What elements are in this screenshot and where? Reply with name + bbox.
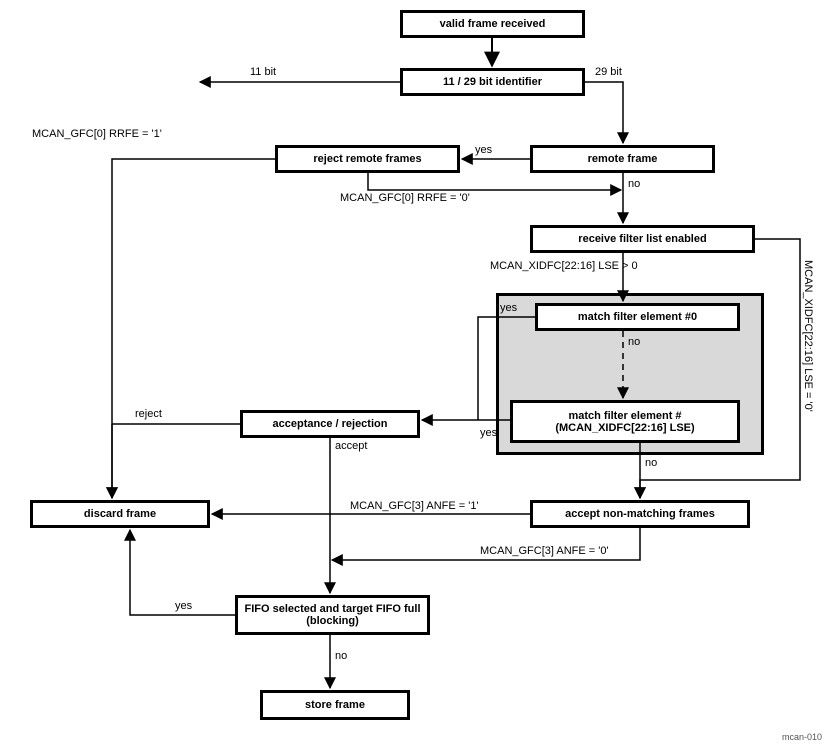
node-match-filter-0: match filter element #0 (535, 303, 740, 331)
lbl-anfe0: MCAN_GFC[3] ANFE = '0' (480, 545, 609, 557)
footer-id: mcan-010 (782, 732, 822, 742)
lbl-accept: accept (335, 440, 367, 452)
lbl-reject: reject (135, 408, 162, 420)
node-reject-remote: reject remote frames (275, 145, 460, 173)
lbl-lse-gt0: MCAN_XIDFC[22:16] LSE > 0 (490, 260, 638, 272)
lbl-yes-fifo: yes (175, 600, 192, 612)
flowchart: valid frame received 11 / 29 bit identif… (0, 0, 829, 750)
lbl-yes-match0: yes (500, 302, 517, 314)
node-accept-nonmatch: accept non-matching frames (530, 500, 750, 528)
lbl-yes-matchn: yes (480, 427, 497, 439)
node-recv-filter-enabled: receive filter list enabled (530, 225, 755, 253)
node-valid-frame: valid frame received (400, 10, 585, 38)
node-match-filter-n: match filter element #(MCAN_XIDFC[22:16]… (510, 400, 740, 443)
lbl-lse-eq0: MCAN_XIDFC[22:16] LSE = '0' (802, 260, 814, 412)
lbl-no-fifo: no (335, 650, 347, 662)
node-identifier: 11 / 29 bit identifier (400, 68, 585, 96)
node-acceptance: acceptance / rejection (240, 410, 420, 438)
lbl-anfe1: MCAN_GFC[3] ANFE = '1' (350, 500, 479, 512)
lbl-no-remote: no (628, 178, 640, 190)
lbl-rrfe0: MCAN_GFC[0] RRFE = '0' (340, 192, 470, 204)
node-discard: discard frame (30, 500, 210, 528)
node-fifo-full: FIFO selected and target FIFO full (bloc… (235, 595, 430, 635)
lbl-no-match0: no (628, 336, 640, 348)
lbl-29bit: 29 bit (595, 66, 622, 78)
lbl-no-matchn: no (645, 457, 657, 469)
lbl-rrfe1: MCAN_GFC[0] RRFE = '1' (32, 128, 162, 140)
lbl-yes-remote: yes (475, 144, 492, 156)
node-remote-frame: remote frame (530, 145, 715, 173)
lbl-11bit: 11 bit (250, 66, 276, 78)
node-store: store frame (260, 690, 410, 720)
